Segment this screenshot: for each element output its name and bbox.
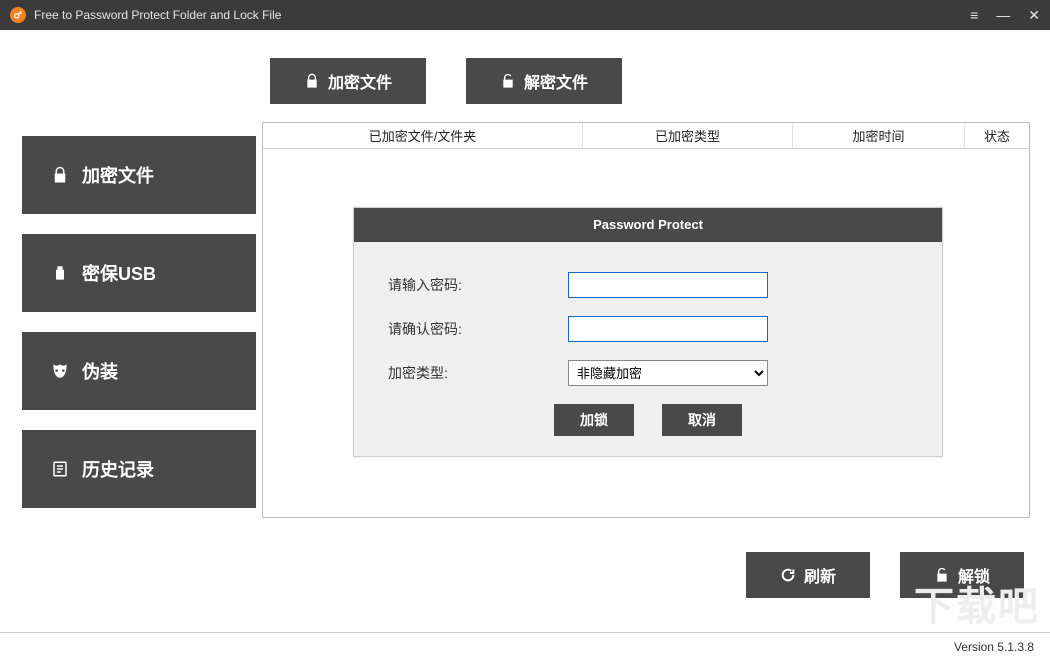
minimize-button[interactable]: —: [996, 7, 1010, 24]
sidebar-item-label: 加密文件: [82, 162, 154, 188]
sidebar-item-encrypt[interactable]: 加密文件: [22, 136, 256, 214]
content-panel: 已加密文件/文件夹 已加密类型 加密时间 状态 Password Protect…: [262, 122, 1030, 518]
encrypt-type-label: 加密类型:: [388, 363, 538, 383]
window-title: Free to Password Protect Folder and Lock…: [34, 8, 970, 22]
lock-icon: [304, 73, 320, 89]
titlebar: Free to Password Protect Folder and Lock…: [0, 0, 1050, 30]
unlock-label: 解锁: [958, 563, 990, 587]
confirm-password-input[interactable]: [568, 316, 768, 342]
sidebar-item-label: 伪装: [82, 358, 118, 384]
cancel-button[interactable]: 取消: [662, 404, 742, 436]
unlock-icon: [934, 567, 950, 583]
decrypt-file-label: 解密文件: [524, 69, 588, 93]
confirm-password-label: 请确认密码:: [388, 319, 538, 339]
table-header-time[interactable]: 加密时间: [793, 123, 965, 148]
mask-icon: [50, 361, 70, 381]
lock-icon: [50, 165, 70, 185]
unlock-icon: [500, 73, 516, 89]
table-header-row: 已加密文件/文件夹 已加密类型 加密时间 状态: [263, 123, 1029, 149]
dialog-title: Password Protect: [354, 208, 942, 242]
cancel-button-label: 取消: [688, 410, 716, 430]
lock-button[interactable]: 加锁: [554, 404, 634, 436]
sidebar-item-disguise[interactable]: 伪装: [22, 332, 256, 410]
top-action-bar: 加密文件 解密文件: [0, 30, 1050, 122]
password-label: 请输入密码:: [388, 275, 538, 295]
encrypt-type-select[interactable]: 非隐藏加密: [568, 360, 768, 386]
table-header-status[interactable]: 状态: [965, 123, 1029, 148]
refresh-label: 刷新: [804, 563, 836, 587]
app-icon: [10, 7, 26, 23]
refresh-icon: [780, 567, 796, 583]
version-text: Version 5.1.3.8: [954, 640, 1034, 654]
encrypt-file-label: 加密文件: [328, 69, 392, 93]
sidebar: 加密文件 密保USB 伪装 历史记录: [22, 122, 256, 518]
sidebar-item-label: 密保USB: [82, 260, 156, 286]
bottom-action-bar: 刷新 解锁: [746, 552, 1024, 598]
close-button[interactable]: ✕: [1028, 7, 1040, 24]
lock-button-label: 加锁: [580, 410, 608, 430]
sidebar-item-history[interactable]: 历史记录: [22, 430, 256, 508]
sidebar-item-usb[interactable]: 密保USB: [22, 234, 256, 312]
footer: Version 5.1.3.8: [0, 632, 1050, 660]
decrypt-file-button[interactable]: 解密文件: [466, 58, 622, 104]
usb-icon: [50, 263, 70, 283]
table-header-file[interactable]: 已加密文件/文件夹: [263, 123, 583, 148]
history-icon: [50, 459, 70, 479]
menu-button[interactable]: ≡: [970, 7, 978, 24]
unlock-button[interactable]: 解锁: [900, 552, 1024, 598]
password-input[interactable]: [568, 272, 768, 298]
refresh-button[interactable]: 刷新: [746, 552, 870, 598]
table-header-type[interactable]: 已加密类型: [583, 123, 793, 148]
sidebar-item-label: 历史记录: [82, 456, 154, 482]
password-dialog: Password Protect 请输入密码: 请确认密码: 加密类型: 非隐藏…: [353, 207, 943, 457]
encrypt-file-button[interactable]: 加密文件: [270, 58, 426, 104]
